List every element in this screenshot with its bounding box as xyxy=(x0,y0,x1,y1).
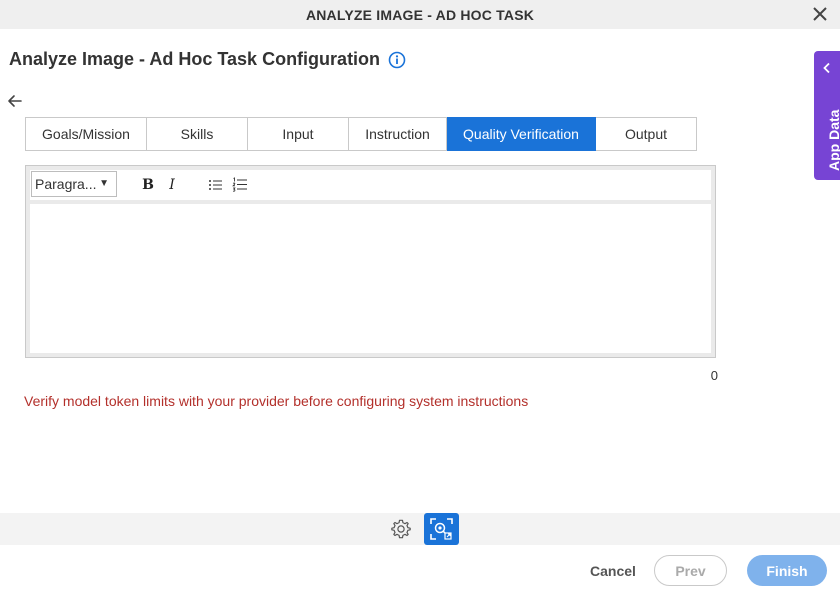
rich-text-editor: Paragra... ▼ B I xyxy=(25,165,716,358)
dialog-title: ANALYZE IMAGE - AD HOC TASK xyxy=(305,6,535,23)
chevron-down-icon: ▼ xyxy=(99,178,109,189)
prev-button[interactable]: Prev xyxy=(654,555,727,586)
tab-skills[interactable]: Skills xyxy=(147,117,248,151)
editor-content-area[interactable] xyxy=(30,204,711,353)
numbered-list-icon xyxy=(232,177,247,192)
gear-icon[interactable] xyxy=(390,518,412,540)
finish-button[interactable]: Finish xyxy=(747,555,827,586)
italic-button[interactable]: I xyxy=(165,176,179,194)
tab-goals-mission[interactable]: Goals/Mission xyxy=(25,117,147,151)
back-arrow-icon[interactable] xyxy=(6,93,24,109)
page-title-text: Analyze Image - Ad Hoc Task Configuratio… xyxy=(9,49,381,69)
editor-toolbar: Paragra... ▼ B I xyxy=(30,170,711,200)
token-limit-warning: Verify model token limits with your prov… xyxy=(24,393,529,409)
paragraph-format-value: Paragra... xyxy=(35,176,97,192)
numbered-list-button[interactable] xyxy=(232,176,248,194)
bulleted-list-button[interactable] xyxy=(208,176,224,194)
bottom-icon-bar xyxy=(0,513,840,545)
character-count: 0 xyxy=(710,368,718,383)
cancel-button[interactable]: Cancel xyxy=(588,555,638,586)
info-icon[interactable] xyxy=(388,51,406,69)
tab-strip: Goals/Mission Skills Input Instruction Q… xyxy=(25,117,697,151)
page-title: Analyze Image - Ad Hoc Task Configuratio… xyxy=(9,49,406,70)
preview-icon xyxy=(430,518,453,540)
chevron-left-icon xyxy=(823,62,830,74)
app-data-panel-toggle[interactable]: App Data xyxy=(814,51,840,180)
app-data-label: App Data xyxy=(826,109,840,171)
preview-button[interactable] xyxy=(424,513,459,545)
dialog-titlebar: ANALYZE IMAGE - AD HOC TASK xyxy=(0,0,840,29)
tab-output[interactable]: Output xyxy=(596,117,697,151)
tab-quality-verification[interactable]: Quality Verification xyxy=(447,117,596,151)
tab-input[interactable]: Input xyxy=(248,117,349,151)
paragraph-format-select[interactable]: Paragra... ▼ xyxy=(31,171,117,197)
bulleted-list-icon xyxy=(209,180,222,190)
bold-button[interactable]: B xyxy=(141,176,155,194)
tab-instruction[interactable]: Instruction xyxy=(349,117,447,151)
close-icon[interactable] xyxy=(810,4,830,24)
